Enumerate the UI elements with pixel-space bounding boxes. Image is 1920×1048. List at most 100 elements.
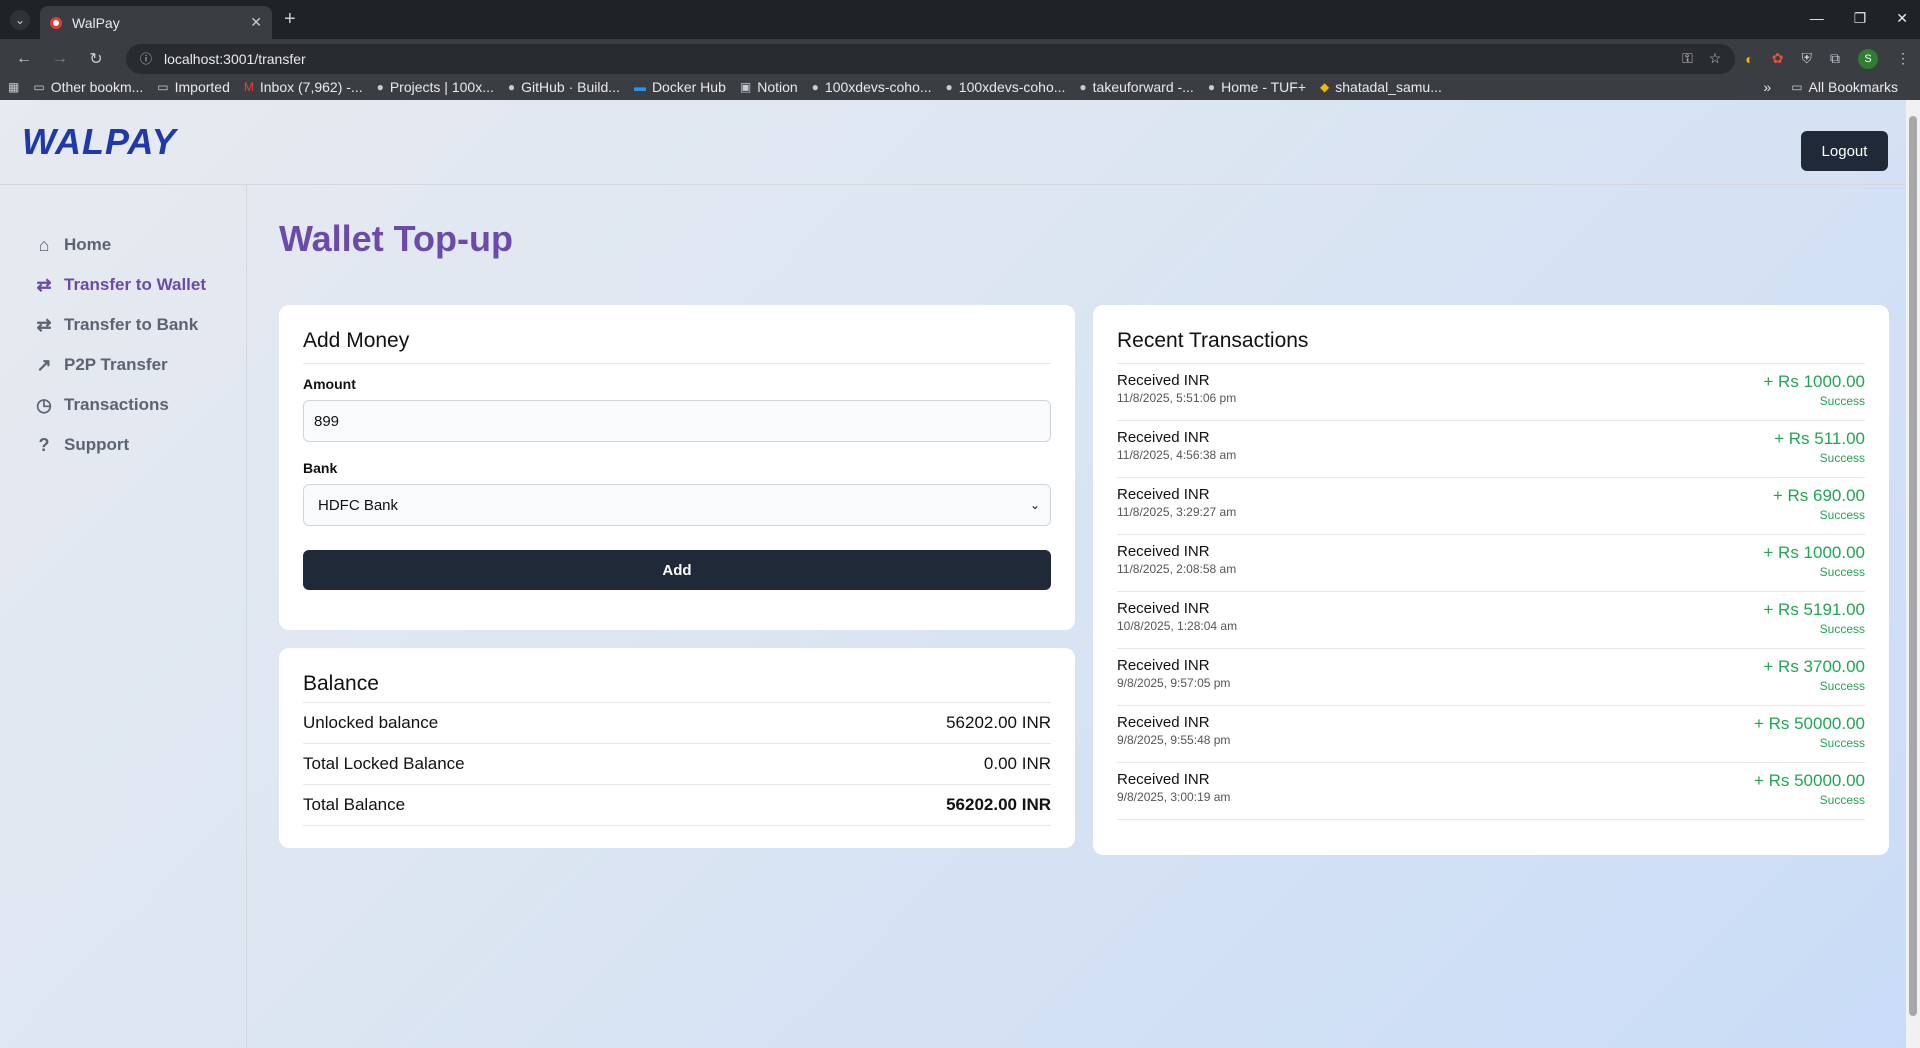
site-info-icon[interactable]: ⓘ bbox=[140, 50, 152, 67]
sidebar-item-transfer-to-wallet[interactable]: ⇄ Transfer to Wallet bbox=[0, 265, 246, 305]
logout-button[interactable]: Logout bbox=[1801, 131, 1888, 171]
sidebar: ⌂ Home ⇄ Transfer to Wallet ⇄ Transfer t… bbox=[0, 185, 247, 1048]
site-icon: ● bbox=[376, 80, 384, 94]
close-tab-icon[interactable]: ✕ bbox=[250, 14, 262, 31]
page-viewport: WALPAY Logout ⌂ Home ⇄ Transfer to Walle… bbox=[0, 100, 1920, 1048]
folder-icon: ▭ bbox=[33, 80, 45, 94]
sidebar-item-support[interactable]: ? Support bbox=[0, 425, 246, 465]
sidebar-item-home[interactable]: ⌂ Home bbox=[0, 225, 246, 265]
transaction-row: Received INR 11/8/2025, 2:08:58 am + Rs 1… bbox=[1117, 535, 1865, 592]
arrows-icon: ⇄ bbox=[36, 274, 52, 295]
transaction-row: Received INR 10/8/2025, 1:28:04 am + Rs 5… bbox=[1117, 592, 1865, 649]
amount-input[interactable]: 899 bbox=[303, 400, 1051, 442]
sidebar-item-p2p-transfer[interactable]: ↗ P2P Transfer bbox=[0, 345, 246, 385]
bookmark-item[interactable]: ● 100xdevs-coho... bbox=[812, 79, 932, 95]
bookmark-item[interactable]: ● GitHub · Build... bbox=[508, 79, 620, 95]
reload-icon[interactable]: ↻ bbox=[82, 49, 110, 69]
balance-value: 56202.00 INR bbox=[946, 713, 1051, 732]
transaction-title: Received INR bbox=[1117, 771, 1210, 788]
balance-label: Total Balance bbox=[303, 795, 406, 814]
bookmark-item[interactable]: ● 100xdevs-coho... bbox=[946, 79, 1066, 95]
notion-icon: ▣ bbox=[739, 80, 752, 94]
transaction-title: Received INR bbox=[1117, 714, 1210, 731]
shield-icon[interactable]: ⛨ bbox=[1802, 50, 1813, 67]
transaction-amount: + Rs 511.00 bbox=[1774, 429, 1865, 448]
bookmark-item[interactable]: ● Home - TUF+ bbox=[1208, 79, 1306, 95]
app-logo[interactable]: WALPAY bbox=[22, 121, 177, 163]
page-scrollbar[interactable] bbox=[1906, 100, 1920, 1048]
sidebar-item-label: Transfer to Wallet bbox=[64, 275, 207, 294]
github-icon: ● bbox=[811, 80, 819, 94]
sidebar-item-label: Transactions bbox=[64, 395, 169, 414]
menu-kebab-icon[interactable]: ⋮ bbox=[1896, 50, 1910, 67]
window-controls: — ❐ ✕ bbox=[1810, 10, 1908, 27]
restore-icon[interactable]: ❐ bbox=[1854, 10, 1867, 27]
more-bookmarks-icon[interactable]: » bbox=[1763, 79, 1771, 95]
transaction-amount: + Rs 50000.00 bbox=[1753, 771, 1865, 790]
extension-icon[interactable]: ✿ bbox=[1772, 50, 1784, 67]
bookmark-item[interactable]: M Inbox (7,962) -... bbox=[244, 79, 363, 95]
bookmark-item[interactable]: ◆ shatadal_samu... bbox=[1320, 79, 1442, 95]
transaction-amount: + Rs 1000.00 bbox=[1763, 372, 1865, 391]
sidebar-item-label: Transfer to Bank bbox=[64, 315, 199, 334]
new-tab-icon[interactable]: + bbox=[284, 8, 296, 31]
transaction-row: Received INR 9/8/2025, 3:00:19 am + Rs 50… bbox=[1117, 763, 1865, 820]
close-window-icon[interactable]: ✕ bbox=[1896, 10, 1908, 27]
key-icon[interactable]: ⚿ bbox=[1682, 50, 1693, 67]
amount-label: Amount bbox=[303, 376, 356, 392]
puzzle-icon[interactable]: ⧉ bbox=[1830, 50, 1840, 67]
transaction-status: Success bbox=[1819, 451, 1865, 465]
bookmark-item[interactable]: ▭ Imported bbox=[157, 79, 230, 95]
url-text[interactable]: localhost:3001/transfer bbox=[164, 51, 1666, 67]
balance-label: Total Locked Balance bbox=[303, 754, 465, 773]
forward-icon[interactable]: → bbox=[46, 50, 74, 68]
favicon-icon bbox=[50, 16, 62, 29]
gmail-icon: M bbox=[243, 80, 254, 94]
all-bookmarks[interactable]: ▭ All Bookmarks bbox=[1791, 79, 1898, 95]
folder-icon: ▭ bbox=[157, 80, 169, 94]
sidebar-item-transactions[interactable]: ◷ Transactions bbox=[0, 385, 246, 425]
site-icon: ● bbox=[1207, 80, 1216, 94]
extensions-bar: ◐ ✿ ⛨ ⧉ S ⋮ bbox=[1745, 48, 1910, 69]
back-icon[interactable]: ← bbox=[10, 50, 38, 68]
browser-tab[interactable]: WalPay ✕ bbox=[40, 6, 272, 39]
sidebar-item-transfer-to-bank[interactable]: ⇄ Transfer to Bank bbox=[0, 305, 246, 345]
transaction-time: 9/8/2025, 3:00:19 am bbox=[1117, 790, 1231, 804]
transaction-time: 11/8/2025, 3:29:27 am bbox=[1117, 505, 1237, 519]
bank-select[interactable]: HDFC Bank ⌄ bbox=[303, 484, 1051, 526]
address-bar[interactable]: ⓘ localhost:3001/transfer ⚿ ☆ bbox=[126, 43, 1736, 74]
folder-icon: ▭ bbox=[1791, 80, 1803, 94]
transaction-status: Success bbox=[1819, 394, 1865, 408]
bookmark-item[interactable]: ● Projects | 100x... bbox=[377, 79, 494, 95]
tab-title: WalPay bbox=[72, 14, 120, 31]
transaction-row: Received INR 11/8/2025, 5:51:06 pm + Rs 1… bbox=[1117, 364, 1865, 421]
transaction-status: Success bbox=[1819, 736, 1865, 750]
bookmark-item[interactable]: ▣ Notion bbox=[740, 79, 798, 95]
browser-tabstrip: ⌄ WalPay ✕ + — ❐ ✕ bbox=[0, 0, 1920, 39]
bookmark-star-icon[interactable]: ☆ bbox=[1709, 50, 1722, 67]
profile-avatar[interactable]: S bbox=[1858, 48, 1878, 69]
transaction-time: 10/8/2025, 1:28:04 am bbox=[1117, 619, 1238, 633]
transaction-title: Received INR bbox=[1117, 429, 1210, 446]
transaction-row: Received INR 11/8/2025, 4:56:38 am + Rs 5… bbox=[1117, 421, 1865, 478]
transaction-row: Received INR 9/8/2025, 9:55:48 pm + Rs 50… bbox=[1117, 706, 1865, 763]
transaction-row: Received INR 11/8/2025, 3:29:27 am + Rs 6… bbox=[1117, 478, 1865, 535]
balance-row: Total Locked Balance 0.00 INR bbox=[303, 744, 1051, 785]
transaction-status: Success bbox=[1819, 565, 1865, 579]
transaction-title: Received INR bbox=[1117, 600, 1210, 617]
add-money-card: Add Money Amount 899 Bank HDFC Bank ⌄ Ad… bbox=[279, 305, 1075, 630]
extension-icon[interactable]: ◐ bbox=[1745, 51, 1753, 67]
add-button[interactable]: Add bbox=[303, 550, 1051, 590]
tab-search-icon[interactable]: ⌄ bbox=[10, 9, 30, 30]
transaction-title: Received INR bbox=[1117, 543, 1210, 560]
bookmark-item[interactable]: ▭ Other bookm... bbox=[33, 79, 143, 95]
site-icon: ◆ bbox=[1320, 80, 1330, 94]
bookmark-item[interactable]: ▬ Docker Hub bbox=[634, 79, 726, 95]
balance-value: 56202.00 INR bbox=[946, 795, 1051, 814]
apps-icon[interactable]: ▦ bbox=[8, 80, 19, 94]
balance-label: Unlocked balance bbox=[303, 713, 439, 732]
scrollbar-thumb[interactable] bbox=[1909, 116, 1917, 1016]
minimize-icon[interactable]: — bbox=[1810, 10, 1824, 27]
github-icon: ● bbox=[945, 80, 953, 94]
bookmark-item[interactable]: ● takeuforward -... bbox=[1079, 79, 1193, 95]
